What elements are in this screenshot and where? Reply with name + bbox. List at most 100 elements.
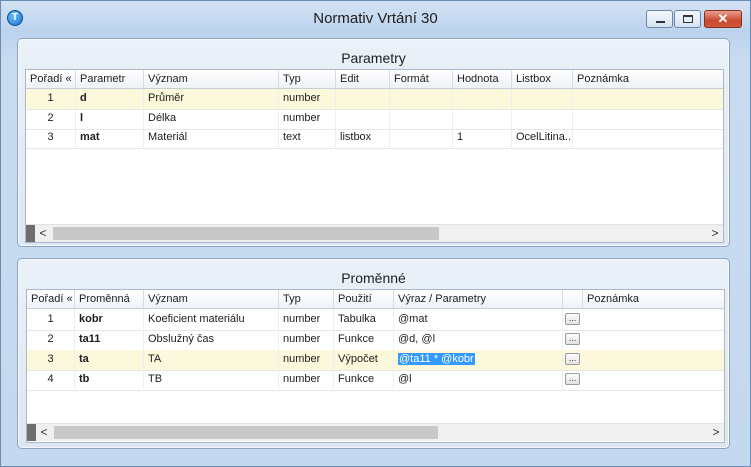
cell-poznamka xyxy=(583,330,724,349)
cell-pouziti: Funkce xyxy=(334,330,394,349)
col-vyznam[interactable]: Význam xyxy=(144,290,279,308)
promenne-hscrollbar[interactable]: < > xyxy=(27,423,724,441)
cell-poradi: 1 xyxy=(26,89,76,108)
cell-poradi: 1 xyxy=(27,310,75,329)
table-row[interactable]: 1 kobr Koeficient materiálu number Tabul… xyxy=(27,310,724,331)
cell-vyznam: Materiál xyxy=(144,128,279,147)
col-format[interactable]: Formát xyxy=(390,70,453,88)
cell-poznamka xyxy=(573,109,723,128)
cell-poradi: 4 xyxy=(27,370,75,389)
col-vyraz[interactable]: Výraz / Parametry xyxy=(394,290,563,308)
scroll-left-icon[interactable]: < xyxy=(36,424,52,441)
cell-poznamka xyxy=(573,128,723,147)
col-poradi[interactable]: Pořadí « xyxy=(27,290,75,308)
cell-pouziti: Výpočet xyxy=(334,350,394,369)
col-vyznam[interactable]: Význam xyxy=(144,70,279,88)
col-poradi[interactable]: Pořadí « xyxy=(26,70,76,88)
cell-parametr: d xyxy=(76,89,144,108)
cell-listbox xyxy=(512,109,573,128)
col-button[interactable] xyxy=(563,290,583,308)
col-promenna[interactable]: Proměnná xyxy=(75,290,144,308)
cell-format xyxy=(390,109,453,128)
cell-poznamka xyxy=(573,89,723,108)
cell-listbox: OcelLitina... xyxy=(512,128,573,147)
cell-edit: listbox xyxy=(336,128,390,147)
table-row[interactable]: 3 ta TA number Výpočet @ta11 * @kobr ... xyxy=(27,350,724,371)
cell-poznamka xyxy=(583,370,724,389)
cell-edit xyxy=(336,89,390,108)
cell-vyraz: @l xyxy=(394,370,563,389)
scroll-thumb[interactable] xyxy=(54,426,438,439)
cell-parametr: l xyxy=(76,109,144,128)
cell-hodnota: 1 xyxy=(453,128,512,147)
cell-pouziti: Funkce xyxy=(334,370,394,389)
minimize-button[interactable] xyxy=(646,10,673,28)
cell-typ: number xyxy=(279,330,334,349)
promenne-grid: Pořadí « Proměnná Význam Typ Použití Výr… xyxy=(26,289,725,443)
cell-promenna: tb xyxy=(75,370,144,389)
cell-hodnota xyxy=(453,109,512,128)
app-window: T Normativ Vrtání 30 ✕ Parametry Pořadí … xyxy=(0,0,751,467)
scroll-thumb[interactable] xyxy=(53,227,439,240)
cell-promenna: kobr xyxy=(75,310,144,329)
table-row[interactable]: 2 l Délka number xyxy=(26,109,723,130)
cell-vyraz-editing[interactable]: @ta11 * @kobr xyxy=(394,350,563,369)
parametry-grid: Pořadí « Parametr Význam Typ Edit Formát… xyxy=(25,69,724,243)
col-poznamka[interactable]: Poznámka xyxy=(583,290,724,308)
cell-poradi: 2 xyxy=(27,330,75,349)
col-parametr[interactable]: Parametr xyxy=(76,70,144,88)
expression-edit-button[interactable]: ... xyxy=(565,353,580,365)
cell-vyznam: TA xyxy=(144,350,279,369)
cell-listbox xyxy=(512,89,573,108)
close-icon: ✕ xyxy=(717,11,729,26)
cell-promenna: ta11 xyxy=(75,330,144,349)
col-edit[interactable]: Edit xyxy=(336,70,390,88)
selected-expression-text[interactable]: @ta11 * @kobr xyxy=(398,353,475,365)
col-listbox[interactable]: Listbox xyxy=(512,70,573,88)
cell-poradi: 2 xyxy=(26,109,76,128)
scroll-right-icon[interactable]: > xyxy=(708,424,724,441)
col-typ[interactable]: Typ xyxy=(279,70,336,88)
cell-vyznam: Koeficient materiálu xyxy=(144,310,279,329)
minimize-icon xyxy=(656,21,665,23)
cell-vyznam: Obslužný čas xyxy=(144,330,279,349)
cell-pouziti: Tabulka xyxy=(334,310,394,329)
cell-format xyxy=(390,89,453,108)
promenne-title: Proměnné xyxy=(341,270,406,286)
maximize-button[interactable] xyxy=(674,10,701,28)
promenne-panel: Proměnné Pořadí « Proměnná Význam Typ Po… xyxy=(17,258,730,449)
cell-format xyxy=(390,128,453,147)
cell-poznamka xyxy=(583,310,724,329)
col-hodnota[interactable]: Hodnota xyxy=(453,70,512,88)
parametry-hscrollbar[interactable]: < > xyxy=(26,224,723,242)
close-button[interactable]: ✕ xyxy=(704,10,742,28)
window-title: Normativ Vrtání 30 xyxy=(313,10,438,27)
cell-parametr: mat xyxy=(76,128,144,147)
cell-hodnota xyxy=(453,89,512,108)
cell-vyznam: Délka xyxy=(144,109,279,128)
expression-edit-button[interactable]: ... xyxy=(565,333,580,345)
scroll-grip xyxy=(26,225,35,242)
table-row[interactable]: 2 ta11 Obslužný čas number Funkce @d, @l… xyxy=(27,330,724,351)
cell-edit xyxy=(336,109,390,128)
cell-promenna: ta xyxy=(75,350,144,369)
cell-vyznam: TB xyxy=(144,370,279,389)
table-row[interactable]: 4 tb TB number Funkce @l ... xyxy=(27,370,724,391)
cell-typ: number xyxy=(279,89,336,108)
expression-edit-button[interactable]: ... xyxy=(565,373,580,385)
cell-poradi: 3 xyxy=(26,128,76,147)
col-pouziti[interactable]: Použití xyxy=(334,290,394,308)
col-poznamka[interactable]: Poznámka xyxy=(573,70,723,88)
scroll-left-icon[interactable]: < xyxy=(35,225,51,242)
cell-vyraz: @d, @l xyxy=(394,330,563,349)
cell-typ: number xyxy=(279,310,334,329)
table-row[interactable]: 1 d Průměr number xyxy=(26,89,723,110)
col-typ[interactable]: Typ xyxy=(279,290,334,308)
expression-edit-button[interactable]: ... xyxy=(565,313,580,325)
cell-typ: text xyxy=(279,128,336,147)
cell-typ: number xyxy=(279,370,334,389)
scroll-right-icon[interactable]: > xyxy=(707,225,723,242)
promenne-header: Pořadí « Proměnná Význam Typ Použití Výr… xyxy=(27,290,724,309)
table-row[interactable]: 3 mat Materiál text listbox 1 OcelLitina… xyxy=(26,128,723,149)
title-bar[interactable]: T Normativ Vrtání 30 ✕ xyxy=(1,1,750,35)
